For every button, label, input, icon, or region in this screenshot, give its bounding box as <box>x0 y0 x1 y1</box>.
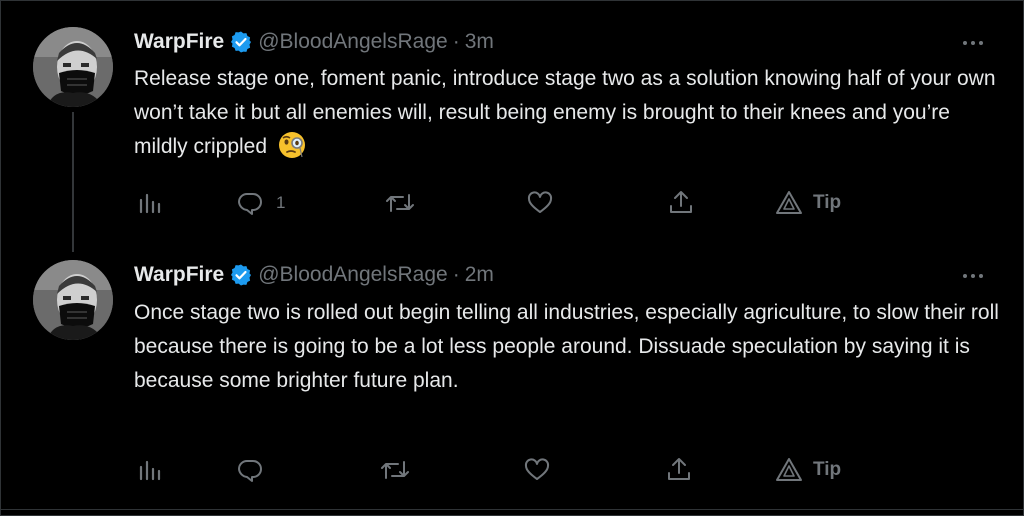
display-name[interactable]: WarpFire <box>134 263 224 287</box>
tip-icon <box>776 191 802 214</box>
tip-label: Tip <box>813 192 842 213</box>
avatar[interactable] <box>33 260 113 340</box>
more-icon[interactable] <box>958 266 988 286</box>
tweet-actions: 1 Tip <box>0 188 1024 218</box>
like-button[interactable] <box>526 188 554 218</box>
share-icon <box>668 458 690 480</box>
share-button[interactable] <box>665 455 693 485</box>
retweet-button[interactable] <box>380 455 410 485</box>
tip-icon <box>776 458 802 481</box>
like-button[interactable] <box>523 455 551 485</box>
reply-count: 1 <box>276 193 286 212</box>
share-button[interactable] <box>667 188 695 218</box>
user-handle[interactable]: @BloodAngelsRage <box>258 263 447 287</box>
reply-button[interactable]: 1 <box>236 188 285 218</box>
tweet-text-body: Once stage two is rolled out begin telli… <box>134 301 999 392</box>
tweet-text: Once stage two is rolled out begin telli… <box>134 296 1004 398</box>
analytics-icon <box>139 193 161 214</box>
avatar-image <box>33 27 113 107</box>
tip-button[interactable]: Tip <box>775 188 841 218</box>
more-icon[interactable] <box>958 33 988 53</box>
display-name[interactable]: WarpFire <box>134 30 224 54</box>
user-handle[interactable]: @BloodAngelsRage <box>258 30 447 54</box>
tip-button[interactable]: Tip <box>775 455 841 485</box>
bottom-divider <box>0 509 1024 510</box>
views-button[interactable] <box>137 455 163 485</box>
heart-icon <box>527 191 553 213</box>
reply-icon <box>238 460 262 482</box>
views-button[interactable] <box>137 188 163 218</box>
avatar[interactable] <box>33 27 113 107</box>
face-with-monocle-icon <box>277 130 307 160</box>
header-separator: · <box>452 30 460 53</box>
tweet-text-body: Release stage one, foment panic, introdu… <box>134 67 996 158</box>
retweet-icon <box>381 461 409 479</box>
reply-icon <box>238 193 262 215</box>
header-separator: · <box>452 263 460 286</box>
tweet-text: Release stage one, foment panic, introdu… <box>134 62 1004 164</box>
avatar-image <box>33 260 113 340</box>
analytics-icon <box>139 460 161 481</box>
share-icon <box>670 191 692 213</box>
tweet-actions: Tip <box>0 455 1024 485</box>
verified-badge-icon <box>229 263 253 287</box>
timestamp[interactable]: 3m <box>465 30 494 54</box>
tweet-header: WarpFire @BloodAngelsRage · 2m <box>134 262 494 288</box>
reply-button[interactable] <box>236 455 276 485</box>
retweet-button[interactable] <box>385 188 415 218</box>
tweet-header: WarpFire @BloodAngelsRage · 3m <box>134 29 494 55</box>
verified-badge-icon <box>229 30 253 54</box>
thread-connector-line <box>72 112 74 252</box>
timestamp[interactable]: 2m <box>465 263 494 287</box>
heart-icon <box>524 458 550 480</box>
retweet-icon <box>386 194 414 212</box>
tip-label: Tip <box>813 459 842 480</box>
